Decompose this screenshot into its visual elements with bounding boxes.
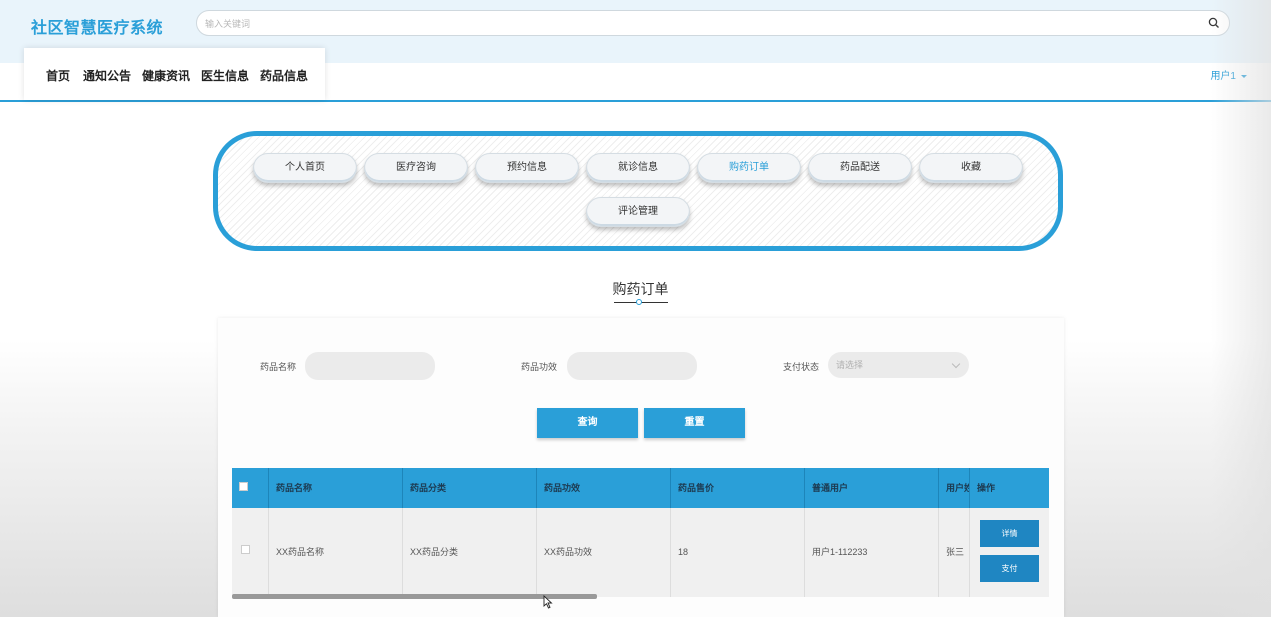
detail-button[interactable]: 详情 — [980, 520, 1039, 547]
drug-name-input[interactable] — [305, 352, 435, 380]
cell-drug-name: XX药品名称 — [269, 508, 403, 597]
col-drug-name: 药品名称 — [269, 468, 403, 508]
menu-favorites[interactable]: 收藏 — [919, 153, 1023, 183]
menu-drug-orders[interactable]: 购药订单 — [697, 153, 801, 183]
drug-effect-input[interactable] — [567, 352, 697, 380]
cell-drug-category: XX药品分类 — [403, 508, 537, 597]
menu-comments[interactable]: 评论管理 — [586, 197, 690, 227]
select-all-checkbox[interactable] — [239, 482, 248, 491]
table-row: XX药品名称 XX药品分类 XX药品功效 18 用户1-112233 张三 详情… — [232, 508, 1049, 597]
search-button[interactable]: 查询 — [537, 408, 638, 438]
menu-medical-consult[interactable]: 医疗咨询 — [364, 153, 468, 183]
table-header: 药品名称 药品分类 药品功效 药品售价 普通用户 用户姓名 操作 — [232, 468, 1049, 508]
filter-pay-status-label: 支付状态 — [783, 362, 820, 372]
header-select-cell — [232, 468, 269, 508]
site-logo[interactable]: 社区智慧医疗系统 — [31, 14, 163, 38]
nav-item-doctor-info[interactable]: 医生信息 — [201, 67, 249, 84]
cell-actions: 详情 支付 — [970, 508, 1049, 597]
pay-status-placeholder: 请选择 — [836, 360, 864, 370]
caret-down-icon — [1241, 74, 1247, 78]
user-menu[interactable]: 用户1 — [1210, 67, 1247, 82]
nav-item-health-news[interactable]: 健康资讯 — [142, 67, 190, 84]
reset-button[interactable]: 重置 — [644, 408, 745, 438]
filter-drug-effect-label: 药品功效 — [521, 362, 558, 372]
col-user: 普通用户 — [805, 468, 939, 508]
row-select-cell — [232, 508, 269, 597]
menu-appointment[interactable]: 预约信息 — [475, 153, 579, 183]
cell-user: 用户1-112233 — [805, 508, 939, 597]
filter-drug-name-label: 药品名称 — [260, 362, 297, 372]
user-name: 用户1 — [1210, 71, 1236, 82]
chevron-down-icon — [951, 359, 961, 369]
col-drug-category: 药品分类 — [403, 468, 537, 508]
cell-drug-price: 18 — [671, 508, 805, 597]
search-icon[interactable] — [1208, 17, 1220, 29]
menu-visit-info[interactable]: 就诊信息 — [586, 153, 690, 183]
menu-drug-delivery[interactable]: 药品配送 — [808, 153, 912, 183]
cell-drug-effect: XX药品功效 — [537, 508, 671, 597]
nav-item-home[interactable]: 首页 — [46, 67, 70, 84]
search-input[interactable] — [203, 15, 1187, 33]
pay-button[interactable]: 支付 — [980, 555, 1039, 582]
col-drug-price: 药品售价 — [671, 468, 805, 508]
main-nav: 首页 通知公告 健康资讯 医生信息 药品信息 — [24, 48, 325, 100]
search-bar[interactable] — [196, 10, 1230, 36]
pay-status-select[interactable]: 请选择 — [828, 352, 969, 378]
col-actions: 操作 — [977, 483, 996, 493]
col-username: 用户姓名 — [939, 468, 970, 508]
user-center-menu: 个人首页 医疗咨询 预约信息 就诊信息 购药订单 药品配送 收藏 评论管理 — [213, 131, 1063, 251]
menu-personal-home[interactable]: 个人首页 — [253, 153, 357, 183]
nav-item-notice[interactable]: 通知公告 — [83, 67, 131, 84]
orders-table: 药品名称 药品分类 药品功效 药品售价 普通用户 用户姓名 操作 XX药品名称 … — [232, 468, 1049, 597]
col-drug-effect: 药品功效 — [537, 468, 671, 508]
cell-username: 张三 — [939, 508, 970, 597]
nav-item-drug-info[interactable]: 药品信息 — [260, 67, 308, 84]
section-title: 购药订单 — [612, 281, 669, 297]
title-dot-icon — [636, 299, 642, 305]
mouse-cursor-icon — [543, 595, 553, 609]
row-checkbox[interactable] — [241, 545, 250, 554]
